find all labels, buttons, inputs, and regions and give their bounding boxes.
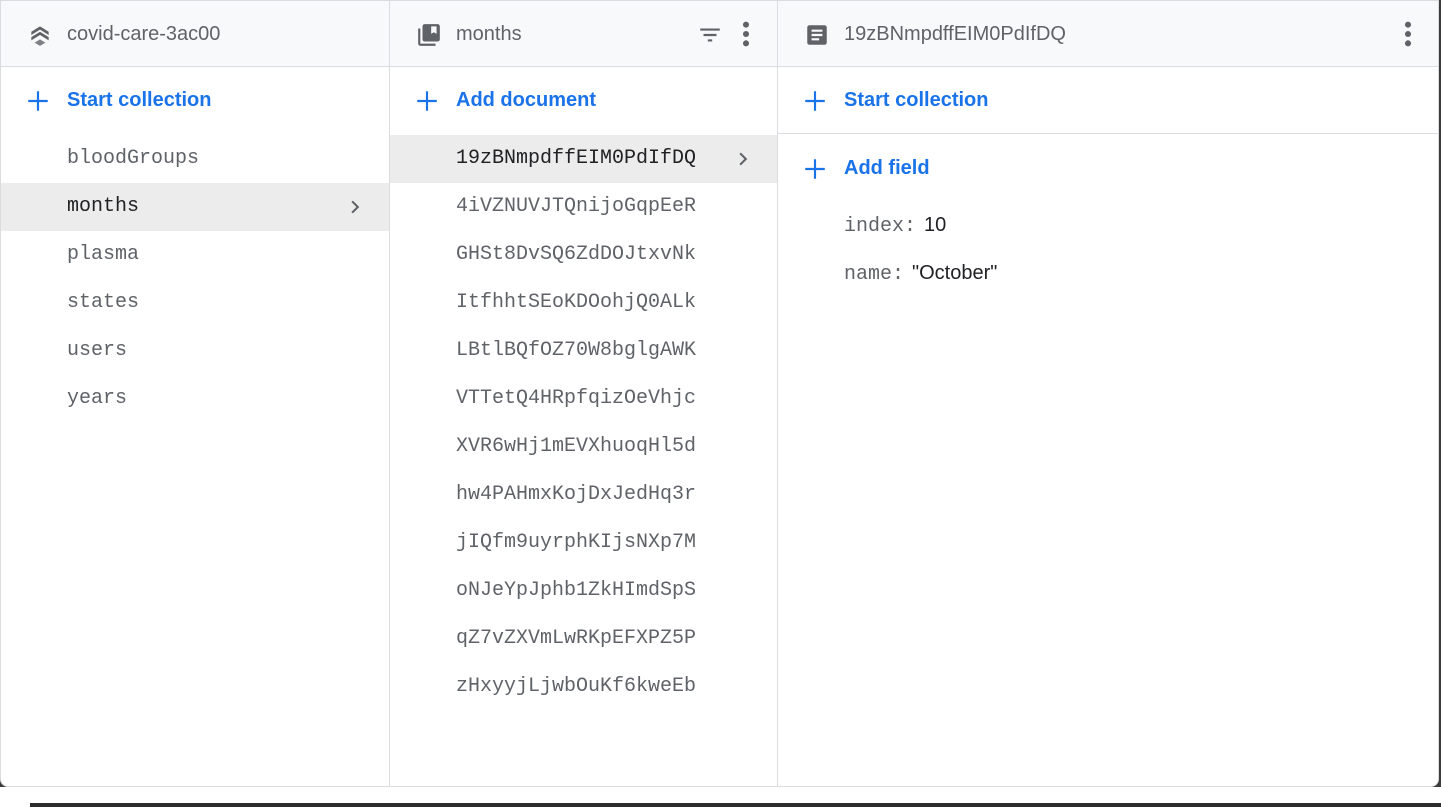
field-row-name[interactable]: name: "October" <box>844 262 997 286</box>
add-field-label: Add field <box>844 157 930 179</box>
collection-panel: months Add document 19zBNmpdffEIM0PdIfDQ… <box>390 1 778 786</box>
start-collection-label: Start collection <box>67 89 212 111</box>
document-item[interactable]: ItfhhtSEoKDOohjQ0ALk <box>390 279 777 327</box>
document-item[interactable]: jIQfm9uyrphKIjsNXp7M <box>390 519 777 567</box>
collection-item-label: months <box>67 195 140 218</box>
collection-item-plasma[interactable]: plasma <box>1 231 389 279</box>
project-title: covid-care-3ac00 <box>67 23 221 45</box>
document-panel: 19zBNmpdffEIM0PdIfDQ Start collection Ad… <box>778 1 1438 786</box>
add-field-button[interactable]: Add field <box>778 135 1438 202</box>
collection-item-bloodgroups[interactable]: bloodGroups <box>1 135 389 183</box>
add-document-button[interactable]: Add document <box>390 67 777 134</box>
collection-title: months <box>456 23 522 45</box>
document-item[interactable]: hw4PAHmxKojDxJedHq3r <box>390 471 777 519</box>
plus-icon <box>805 91 825 111</box>
root-panel-header: covid-care-3ac00 <box>1 1 389 67</box>
document-panel-header: 19zBNmpdffEIM0PdIfDQ <box>778 1 1438 67</box>
document-item[interactable]: 19zBNmpdffEIM0PdIfDQ <box>390 135 777 183</box>
document-item[interactable]: 4iVZNUVJTQnijoGqpEeR <box>390 183 777 231</box>
start-collection-button[interactable]: Start collection <box>1 67 389 134</box>
collection-panel-header: months <box>390 1 777 67</box>
plus-icon <box>805 159 825 179</box>
document-list: 19zBNmpdffEIM0PdIfDQ 4iVZNUVJTQnijoGqpEe… <box>390 135 777 711</box>
collection-icon <box>418 24 440 46</box>
document-item[interactable]: qZ7vZXVmLwRKpEFXPZ5P <box>390 615 777 663</box>
document-title: 19zBNmpdffEIM0PdIfDQ <box>844 23 1066 45</box>
document-item[interactable]: GHSt8DvSQ6ZdDOJtxvNk <box>390 231 777 279</box>
collection-item-years[interactable]: years <box>1 375 389 423</box>
field-key: name: <box>844 263 905 286</box>
document-item[interactable]: XVR6wHj1mEVXhuoqHl5d <box>390 423 777 471</box>
bottom-divider <box>30 803 1441 807</box>
more-vert-icon[interactable] <box>1402 20 1414 48</box>
more-vert-icon[interactable] <box>740 20 752 48</box>
plus-icon <box>417 91 437 111</box>
firestore-data-viewer: covid-care-3ac00 Start collection bloodG… <box>0 0 1439 787</box>
document-item[interactable]: oNJeYpJphb1ZkHImdSpS <box>390 567 777 615</box>
collection-item-months[interactable]: months <box>1 183 389 231</box>
chevron-right-icon <box>739 152 748 166</box>
document-item[interactable]: LBtlBQfOZ70W8bglgAWK <box>390 327 777 375</box>
document-item[interactable]: zHxyyjLjwbOuKf6kweEb <box>390 663 777 711</box>
field-value: 10 <box>924 214 947 236</box>
firebase-stack-icon <box>31 26 49 46</box>
collection-item-states[interactable]: states <box>1 279 389 327</box>
add-document-label: Add document <box>456 89 596 111</box>
start-subcollection-button[interactable]: Start collection <box>778 67 1438 134</box>
chevron-right-icon <box>351 200 360 214</box>
filter-icon[interactable] <box>696 22 724 48</box>
document-item[interactable]: VTTetQ4HRpfqizOeVhjc <box>390 375 777 423</box>
field-value: "October" <box>912 262 998 284</box>
collection-item-users[interactable]: users <box>1 327 389 375</box>
root-panel: covid-care-3ac00 Start collection bloodG… <box>1 1 390 786</box>
start-subcollection-label: Start collection <box>844 89 989 111</box>
document-icon <box>807 25 827 45</box>
collection-list: bloodGroups months plasma states users y… <box>1 135 389 423</box>
field-key: index: <box>844 215 917 238</box>
field-row-index[interactable]: index: 10 <box>844 214 946 238</box>
document-item-label: 19zBNmpdffEIM0PdIfDQ <box>456 147 697 170</box>
plus-icon <box>28 91 48 111</box>
